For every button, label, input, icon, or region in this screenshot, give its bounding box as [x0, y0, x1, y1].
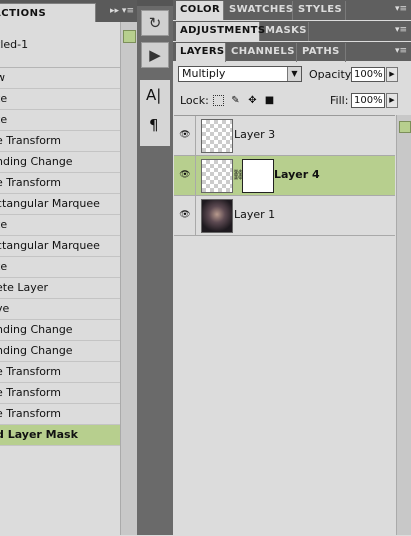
history-panel-menu-icon[interactable]: ▸▸ ▾≡ [110, 6, 134, 16]
dock-grip[interactable] [137, 0, 173, 6]
history-item[interactable]: d Layer Mask [0, 425, 120, 446]
history-item[interactable]: e Transform [0, 131, 120, 152]
layer-mask-thumbnail[interactable] [242, 159, 274, 193]
layer-row[interactable]: 👁 Layer 3 [174, 116, 395, 156]
layer-thumbnail[interactable] [201, 159, 233, 193]
opacity-label: Opacity: [309, 68, 355, 81]
right-panels: COLOR SWATCHES STYLES ▾≡ ADJUSTMENTS MAS… [173, 0, 411, 536]
layer-name: Layer 1 [234, 208, 276, 221]
history-list: tled-1 wtetee Transformnding Changee Tra… [0, 22, 120, 535]
history-item[interactable]: te [0, 257, 120, 278]
layer-row[interactable]: 👁 Layer 1 [174, 196, 395, 236]
layers-panel: Multiply ▼ Opacity: 100% ▶ Lock: ✎ ✥ ■ F… [173, 61, 411, 536]
layers-scrollbar[interactable] [396, 115, 411, 535]
history-item[interactable]: te [0, 89, 120, 110]
layers-tabbar: LAYERS CHANNELS PATHS ▾≡ [173, 42, 411, 62]
color-tabbar: COLOR SWATCHES STYLES ▾≡ [173, 0, 411, 20]
history-item[interactable]: ctangular Marquee [0, 194, 120, 215]
eye-icon[interactable]: 👁 [175, 116, 196, 155]
history-item[interactable]: nding Change [0, 341, 120, 362]
history-item[interactable]: ete Layer [0, 278, 120, 299]
layers-panel-menu-icon[interactable]: ▾≡ [395, 46, 407, 56]
layer-thumbnail[interactable] [201, 119, 233, 153]
lock-brush-icon[interactable]: ✎ [230, 95, 241, 106]
blend-row: Multiply ▼ Opacity: 100% ▶ [173, 62, 411, 86]
tab-masks[interactable]: MASKS [261, 22, 309, 41]
lock-transparent-icon[interactable] [213, 95, 224, 106]
lock-row: Lock: ✎ ✥ ■ Fill: 100% ▶ [173, 88, 411, 112]
chevron-down-icon[interactable]: ▼ [287, 67, 301, 81]
eye-icon[interactable]: 👁 [175, 196, 196, 235]
opacity-arrow-icon[interactable]: ▶ [386, 67, 398, 82]
adjustments-panel-menu-icon[interactable]: ▾≡ [395, 25, 407, 35]
adjustments-tabbar: ADJUSTMENTS MASKS ▾≡ [173, 21, 411, 41]
tab-color[interactable]: COLOR [176, 1, 224, 20]
eye-icon[interactable]: 👁 [175, 156, 196, 195]
history-item[interactable]: e Transform [0, 383, 120, 404]
history-scrollbar-thumb[interactable] [123, 30, 136, 43]
tab-actions[interactable]: ACTIONS [0, 3, 96, 22]
color-panel-menu-icon[interactable]: ▾≡ [395, 4, 407, 14]
fill-label: Fill: [330, 94, 349, 107]
tab-styles[interactable]: STYLES [294, 1, 346, 20]
history-item[interactable]: w [0, 68, 120, 89]
panel-dock: ↻ ▶ A| ¶ [137, 0, 173, 535]
history-scrollbar[interactable] [120, 22, 137, 535]
layer-thumbnail[interactable] [201, 199, 233, 233]
snapshot-label: tled-1 [0, 38, 29, 51]
history-item[interactable]: te [0, 110, 120, 131]
history-item[interactable]: e Transform [0, 173, 120, 194]
history-item[interactable]: e Transform [0, 404, 120, 425]
layer-name: Layer 3 [234, 128, 276, 141]
layer-row[interactable]: 👁 ⛓ Layer 4 [174, 156, 395, 196]
lock-move-icon[interactable]: ✥ [247, 95, 258, 106]
blend-mode-value: Multiply [182, 67, 226, 80]
paragraph-icon[interactable]: ¶ [149, 116, 159, 134]
tab-swatches[interactable]: SWATCHES [225, 1, 293, 20]
history-item[interactable]: nding Change [0, 152, 120, 173]
dock-text-group: A| ¶ [140, 80, 170, 146]
character-icon[interactable]: A| [146, 86, 161, 104]
tab-paths[interactable]: PATHS [298, 43, 346, 62]
blend-mode-select[interactable]: Multiply ▼ [178, 66, 302, 82]
history-item[interactable]: ve [0, 299, 120, 320]
opacity-input[interactable]: 100% [351, 67, 385, 82]
layers-scrollbar-thumb[interactable] [399, 121, 411, 133]
history-panel: ACTIONS ▸▸ ▾≡ tled-1 wtetee Transformndi… [0, 0, 137, 535]
history-item[interactable]: e Transform [0, 362, 120, 383]
history-item[interactable]: te [0, 215, 120, 236]
tab-layers[interactable]: LAYERS [176, 43, 226, 62]
lock-all-icon[interactable]: ■ [264, 95, 275, 106]
layer-list: 👁 Layer 3 👁 ⛓ Layer 4 👁 Layer 1 [174, 115, 395, 536]
history-item[interactable]: nding Change [0, 320, 120, 341]
actions-play-icon[interactable]: ▶ [141, 42, 169, 68]
tab-adjustments[interactable]: ADJUSTMENTS [176, 22, 265, 41]
fill-input[interactable]: 100% [351, 93, 385, 108]
tab-channels[interactable]: CHANNELS [227, 43, 297, 62]
history-item[interactable]: ctangular Marquee [0, 236, 120, 257]
history-icon[interactable]: ↻ [141, 10, 169, 36]
history-snapshot[interactable]: tled-1 [0, 22, 120, 68]
fill-arrow-icon[interactable]: ▶ [386, 93, 398, 108]
history-tabbar: ACTIONS ▸▸ ▾≡ [0, 0, 137, 22]
layer-name: Layer 4 [274, 168, 320, 181]
lock-label: Lock: [180, 94, 209, 107]
